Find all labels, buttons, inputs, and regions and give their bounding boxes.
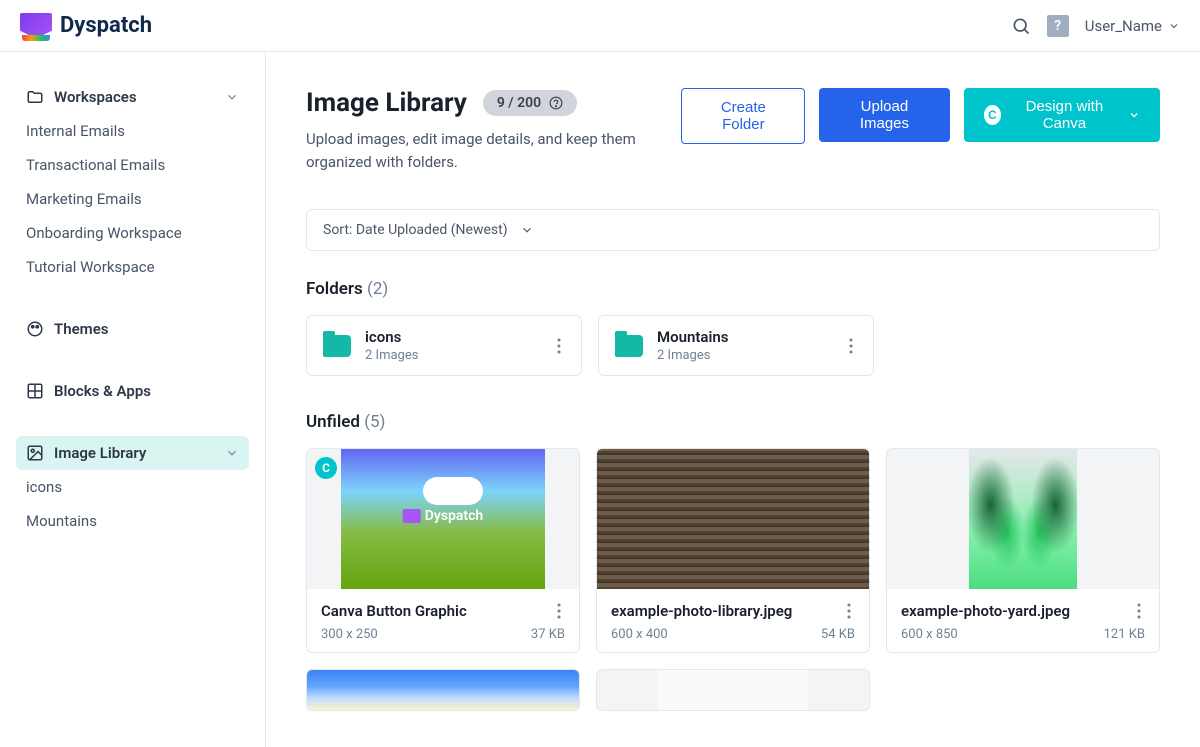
chevron-down-icon	[225, 446, 239, 460]
nav-workspace-item[interactable]: Tutorial Workspace	[16, 250, 249, 284]
image-dimensions: 600 x 850	[901, 627, 958, 642]
grid-icon	[26, 382, 44, 400]
sort-label: Sort: Date Uploaded (Newest)	[323, 222, 508, 238]
more-icon[interactable]	[553, 599, 565, 623]
folder-meta: 2 Images	[365, 348, 539, 363]
nav-library-folder[interactable]: Mountains	[16, 504, 249, 538]
main-content: Image Library 9 / 200 Upload images, edi…	[266, 52, 1200, 747]
folder-card[interactable]: Mountains 2 Images	[598, 315, 874, 376]
brand-name: Dyspatch	[60, 13, 152, 38]
canva-badge-icon: C	[315, 457, 337, 479]
nav-library-folder[interactable]: icons	[16, 470, 249, 504]
nav-image-library[interactable]: Image Library	[16, 436, 249, 470]
more-icon[interactable]	[845, 334, 857, 358]
chevron-down-icon	[520, 223, 534, 237]
chevron-down-icon	[225, 90, 239, 104]
more-icon[interactable]	[553, 334, 565, 358]
topbar: Dyspatch ? User_Name	[0, 0, 1200, 52]
sort-dropdown[interactable]: Sort: Date Uploaded (Newest)	[306, 209, 1160, 251]
folders-heading: Folders (2)	[306, 279, 1160, 299]
usage-count: 9 / 200	[497, 95, 541, 111]
folder-icon	[323, 335, 351, 357]
logo-icon	[20, 13, 52, 39]
folder-card[interactable]: icons 2 Images	[306, 315, 582, 376]
more-icon[interactable]	[1133, 599, 1145, 623]
create-folder-button[interactable]: Create Folder	[681, 88, 805, 144]
unfiled-heading: Unfiled (5)	[306, 412, 1160, 432]
page-subtitle: Upload images, edit image details, and k…	[306, 128, 657, 173]
nav-workspaces[interactable]: Workspaces	[16, 80, 249, 114]
image-card[interactable]	[596, 669, 870, 711]
image-size: 121 KB	[1104, 627, 1145, 642]
info-icon[interactable]	[549, 96, 563, 110]
nav-label: Blocks & Apps	[54, 382, 151, 400]
folder-icon	[26, 88, 44, 106]
image-name: example-photo-library.jpeg	[611, 602, 843, 620]
user-menu[interactable]: User_Name	[1085, 17, 1180, 35]
nav-workspace-item[interactable]: Transactional Emails	[16, 148, 249, 182]
nav-label: Workspaces	[54, 88, 137, 106]
help-icon[interactable]: ?	[1047, 15, 1069, 37]
image-card[interactable]: Dyspatch C Canva Button Graphic 300 x 25…	[306, 448, 580, 653]
nav-label: Themes	[54, 320, 108, 338]
image-thumbnail	[887, 449, 1159, 589]
nav-themes[interactable]: Themes	[16, 312, 249, 346]
nav-workspace-item[interactable]: Marketing Emails	[16, 182, 249, 216]
user-name: User_Name	[1085, 17, 1162, 35]
nav-blocks[interactable]: Blocks & Apps	[16, 374, 249, 408]
nav-label: Image Library	[54, 444, 146, 462]
image-thumbnail	[307, 670, 579, 710]
image-dimensions: 600 x 400	[611, 627, 668, 642]
folder-name: Mountains	[657, 328, 831, 346]
search-icon[interactable]	[1011, 16, 1031, 36]
chevron-down-icon	[1128, 108, 1140, 122]
image-size: 37 KB	[531, 627, 565, 642]
folder-icon	[615, 335, 643, 357]
image-card[interactable]: example-photo-yard.jpeg 600 x 850 121 KB	[886, 448, 1160, 653]
image-card[interactable]	[306, 669, 580, 711]
canva-label: Design with Canva	[1009, 98, 1119, 132]
nav-workspace-item[interactable]: Onboarding Workspace	[16, 216, 249, 250]
page-title: Image Library	[306, 88, 467, 118]
image-card[interactable]: example-photo-library.jpeg 600 x 400 54 …	[596, 448, 870, 653]
more-icon[interactable]	[843, 599, 855, 623]
image-icon	[26, 444, 44, 462]
sidebar: Workspaces Internal Emails Transactional…	[0, 52, 266, 747]
chevron-down-icon	[1168, 20, 1180, 32]
folder-name: icons	[365, 328, 539, 346]
folder-meta: 2 Images	[657, 348, 831, 363]
nav-workspace-item[interactable]: Internal Emails	[16, 114, 249, 148]
image-thumbnail: Dyspatch C	[307, 449, 579, 589]
image-name: Canva Button Graphic	[321, 602, 553, 620]
palette-icon	[26, 320, 44, 338]
canva-icon: C	[984, 105, 1002, 125]
image-name: example-photo-yard.jpeg	[901, 602, 1133, 620]
usage-pill: 9 / 200	[483, 90, 577, 116]
brand-logo[interactable]: Dyspatch	[20, 13, 152, 39]
image-size: 54 KB	[821, 627, 855, 642]
design-canva-button[interactable]: C Design with Canva	[964, 88, 1160, 142]
image-thumbnail	[597, 670, 869, 710]
image-dimensions: 300 x 250	[321, 627, 378, 642]
image-thumbnail	[597, 449, 869, 589]
upload-images-button[interactable]: Upload Images	[819, 88, 949, 142]
